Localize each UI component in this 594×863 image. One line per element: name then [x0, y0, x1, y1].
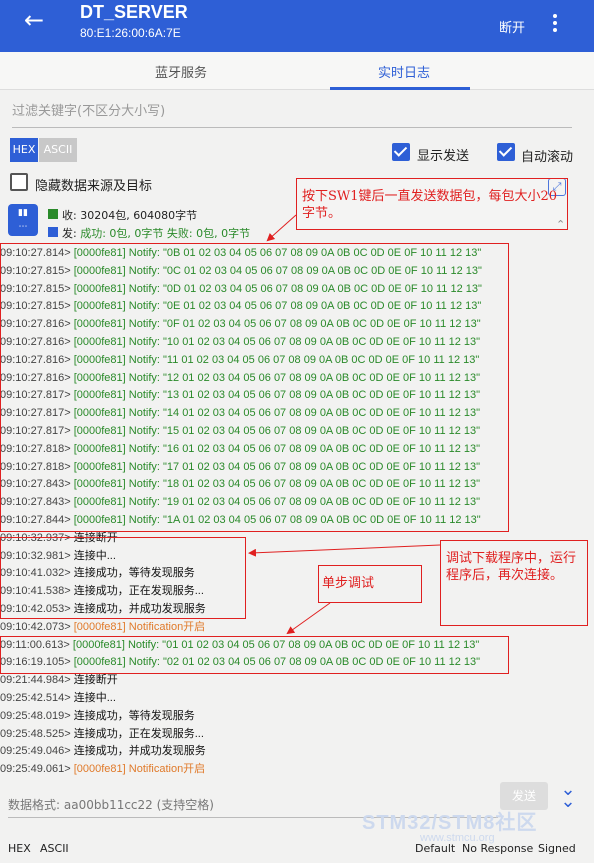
- log-message: [0000fe81] Notification开启: [73, 763, 206, 776]
- auto-scroll-label: 自动滚动: [521, 150, 574, 165]
- log-timestamp: 09:25:48.019>: [0, 709, 71, 722]
- recv-legend-square: [48, 209, 58, 219]
- send-stats: 发: 成功: 0包, 0字节 失败: 0包, 0字节: [62, 225, 250, 241]
- log-message: 连接断开: [73, 674, 118, 687]
- log-message: 连接中...: [73, 692, 116, 704]
- annotation-box-reconnect: [0, 537, 246, 619]
- log-message: [0000fe81] Notification开启: [73, 620, 206, 633]
- log-timestamp: 09:25:42.514>: [0, 692, 71, 704]
- disconnect-button[interactable]: 断开: [499, 17, 525, 36]
- active-tab-indicator: [330, 87, 470, 90]
- watermark-text: STM32/STM8社区: [362, 812, 538, 834]
- ascii-format-toggle-bottom[interactable]: ASCII: [40, 838, 69, 860]
- back-arrow-icon[interactable]: ←: [24, 6, 44, 34]
- log-timestamp: 09:25:48.525>: [0, 727, 71, 740]
- hex-format-toggle[interactable]: HEX: [10, 138, 38, 162]
- hex-format-toggle-bottom[interactable]: HEX: [8, 838, 31, 860]
- tab-realtime-log[interactable]: 实时日志: [378, 62, 430, 81]
- log-timestamp: 09:21:44.984>: [0, 674, 71, 687]
- annotation-box-notify-burst: [0, 243, 509, 532]
- recv-stats: 收: 30204包, 604080字节: [62, 209, 198, 222]
- log-row: 09:25:42.514> 连接中...: [0, 690, 594, 708]
- log-timestamp: 09:25:49.061>: [0, 763, 71, 776]
- annotation-note-sw1: 按下SW1键后一直发送数据包，每包大小20字节。: [302, 189, 558, 221]
- auto-scroll-checkbox[interactable]: [497, 143, 515, 161]
- ascii-format-toggle[interactable]: ASCII: [39, 138, 77, 162]
- arrow-note1: [266, 214, 297, 242]
- hide-source-checkbox[interactable]: [10, 173, 28, 191]
- device-address: 80:E1:26:00:6A:7E: [80, 26, 181, 40]
- log-row: 09:21:44.984> 连接断开: [0, 672, 594, 690]
- tab-bar: 蓝牙服务 实时日志: [0, 52, 594, 90]
- stats-clear-icon[interactable]: ▮▮ ⋯: [8, 204, 38, 236]
- device-name: DT_SERVER: [80, 2, 188, 22]
- send-stats-detail: 成功: 0包, 0字节 失败: 0包, 0字节: [80, 227, 251, 240]
- log-message: 连接成功，等待发现服务: [73, 709, 195, 722]
- log-timestamp: 09:10:42.073>: [0, 620, 71, 633]
- write-mode-default[interactable]: Default: [415, 838, 455, 860]
- more-vert-icon[interactable]: [552, 14, 558, 36]
- write-mode-no-response[interactable]: No Response: [462, 838, 533, 860]
- annotation-note-step: 单步调试: [322, 576, 375, 591]
- log-message: 连接成功，并成功发现服务: [73, 745, 206, 758]
- send-stats-prefix: 发:: [62, 227, 81, 240]
- show-send-label: 显示发送: [417, 149, 470, 164]
- annotation-box-single-step: [0, 636, 509, 674]
- write-mode-signed[interactable]: Signed: [538, 838, 576, 860]
- log-row: 09:25:49.061> [0000fe81] Notification开启: [0, 761, 594, 779]
- log-row: 09:25:48.019> 连接成功，等待发现服务: [0, 708, 594, 726]
- log-timestamp: 09:25:49.046>: [0, 745, 71, 758]
- log-row: 09:25:48.525> 连接成功，正在发现服务...: [0, 726, 594, 744]
- tab-bluetooth-services[interactable]: 蓝牙服务: [155, 62, 207, 81]
- log-message: 连接成功，正在发现服务...: [73, 727, 204, 740]
- app-bar: ← DT_SERVER 80:E1:26:00:6A:7E 断开: [0, 0, 594, 52]
- log-row: 09:25:49.046> 连接成功，并成功发现服务: [0, 743, 594, 761]
- filter-input[interactable]: 过滤关键字(不区分大小写): [12, 98, 572, 128]
- annotation-note-debug: 调试下载程序中，运行程序后，再次连接。: [446, 551, 577, 583]
- hide-source-label: 隐藏数据来源及目标: [35, 179, 153, 194]
- send-legend-square: [48, 227, 58, 237]
- double-chevron-down-icon[interactable]: ⌄ ⌄: [557, 781, 579, 811]
- show-send-checkbox[interactable]: [392, 143, 410, 161]
